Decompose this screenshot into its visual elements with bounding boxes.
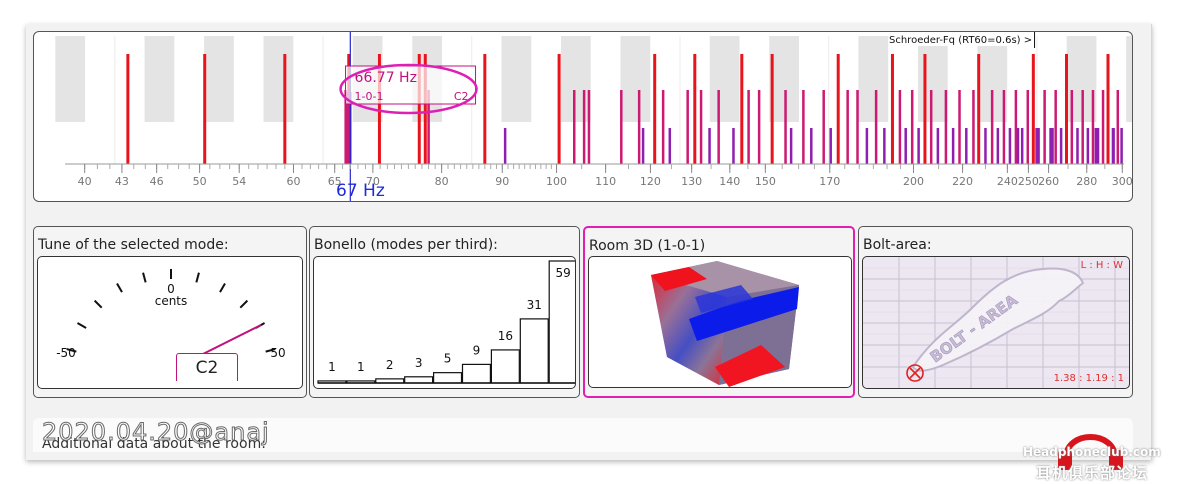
tune-panel-title: Tune of the selected mode:	[38, 237, 229, 253]
piano-black-key	[501, 36, 532, 122]
bonello-bar-label: 5	[444, 352, 452, 366]
bolt-area-svg: BOLT - AREA	[863, 257, 1129, 388]
bonello-bar	[404, 376, 434, 384]
axis-tick-label: 130	[681, 175, 702, 188]
tune-panel: Tune of the selected mode: 0 cents -50 50 C…	[33, 226, 307, 398]
axis-tick-label: 260	[1038, 175, 1059, 188]
bonello-bar	[461, 363, 491, 384]
gauge-tick	[116, 282, 123, 293]
bolt-area-panel-title: Bolt-area:	[863, 237, 932, 253]
bolt-area-panel: Bolt-area: BOLT - AREA L : H : W 1.38: …	[858, 226, 1133, 398]
bonello-bar-label: 59	[556, 266, 571, 280]
bonello-bar-label: 3	[415, 356, 423, 370]
axis-tick-label: 240	[997, 175, 1018, 188]
piano-black-key	[858, 36, 889, 122]
axis-tick-label: 100	[546, 175, 567, 188]
bonello-chart: 1 1 2 3 5 9 16 31 59	[313, 256, 576, 389]
room-3d-panel-title: Room 3D (1-0-1)	[589, 238, 706, 254]
axis-tick-label: 110	[595, 175, 616, 188]
piano-black-key	[620, 36, 651, 122]
bonello-bar	[519, 318, 549, 384]
schroeder-frequency-label: Schroeder-Fq (RT60=0.6s) >	[889, 35, 1033, 46]
axis-tick-label: 280	[1076, 175, 1097, 188]
gauge-tick	[93, 299, 103, 309]
bonello-panel-title: Bonello (modes per third):	[314, 237, 498, 253]
axis-tick-label: 80	[435, 175, 449, 188]
axis-tick-label: 220	[952, 175, 973, 188]
bonello-bar-label: 9	[473, 343, 481, 357]
gauge-tick	[219, 282, 226, 293]
bonello-bar-label: 1	[357, 360, 365, 374]
gauge-tick	[239, 299, 249, 309]
selected-mode-index: 1-0-1	[355, 90, 384, 103]
bolt-area-chart: BOLT - AREA L : H : W 1.38 : 1.19 : 1	[862, 256, 1130, 389]
gauge-tick	[142, 272, 147, 283]
axis-tick-label: 170	[819, 175, 840, 188]
logo-text-en: Headphoneclub.com	[1023, 445, 1161, 459]
axis-tick-label: 300	[1112, 175, 1133, 188]
piano-black-key	[561, 36, 591, 122]
axis-tick-label: 54	[232, 175, 246, 188]
axis-tick-label: 40	[78, 175, 92, 188]
bonello-bar-label: 2	[386, 358, 394, 372]
room-3d-cube[interactable]	[589, 257, 852, 388]
room-3d-view[interactable]	[588, 256, 852, 388]
axis-tick-label: 90	[495, 175, 509, 188]
spectrum-svg[interactable]: 66.77 Hz1-0-1 C240 43 46 50 54 60 65 70 80 90 100 11…	[34, 32, 1133, 202]
axis-tick-label: 43	[115, 175, 129, 188]
axis-tick-label: 46	[150, 175, 164, 188]
axis-tick-label: 200	[903, 175, 924, 188]
axis-tick-label: 120	[640, 175, 661, 188]
axis-tick-label: 150	[755, 175, 776, 188]
axis-tick-label: 60	[286, 175, 300, 188]
tuning-gauge: 0 cents -50 50 C2	[37, 256, 303, 389]
bonello-bar	[432, 372, 463, 384]
watermark-text: 2020.04.20@anaj	[42, 418, 270, 447]
gauge-min-label: -50	[56, 346, 76, 360]
gauge-tick	[195, 272, 200, 283]
tune-note-box: C2	[176, 353, 238, 381]
axis-tick-label: 250	[1018, 175, 1039, 188]
gauge-tick	[76, 322, 87, 329]
bonello-panel: Bonello (modes per third): 1 1 2 3 5 9 16 31 59	[309, 226, 580, 398]
bonello-chart-svg: 1 1 2 3 59163159	[317, 260, 575, 384]
bonello-bar-label: 1	[328, 360, 336, 374]
cursor-frequency-readout: 67 Hz	[336, 181, 385, 201]
bolt-ratio-value: 1.38 : 1.19 : 1	[1053, 373, 1124, 384]
piano-black-key	[263, 36, 294, 122]
gauge-needle	[202, 324, 262, 355]
piano-black-key	[144, 36, 175, 122]
piano-black-key	[204, 36, 234, 122]
bonello-bar	[490, 349, 520, 384]
bolt-ratio-label: L : H : W	[1080, 260, 1123, 271]
piano-black-key	[1126, 36, 1132, 122]
piano-black-key	[55, 36, 86, 122]
piano-black-key	[917, 36, 948, 122]
piano-black-key	[709, 36, 740, 122]
gauge-unit-label: cents	[155, 294, 188, 308]
bonello-bar-label: 16	[498, 329, 513, 343]
bonello-bar-label: 31	[527, 298, 542, 312]
selected-mode-frequency: 66.77 Hz	[355, 70, 417, 86]
mode-spectrum-chart[interactable]: 66.77 Hz 1-0-1 C2 40 43 46 50 54 60 65 70 80 90 100 11…	[33, 31, 1133, 202]
axis-tick-label: 50	[193, 175, 207, 188]
axis-tick-label: 140	[719, 175, 740, 188]
room-3d-panel[interactable]: Room 3D (1-0-1)	[583, 226, 855, 398]
logo-text-cn: 耳机俱乐部论坛	[1036, 464, 1149, 482]
piano-black-key	[769, 36, 799, 122]
tuning-gauge-svg: 0cents-50 50	[56, 269, 286, 360]
gauge-max-label: 50	[270, 346, 285, 360]
